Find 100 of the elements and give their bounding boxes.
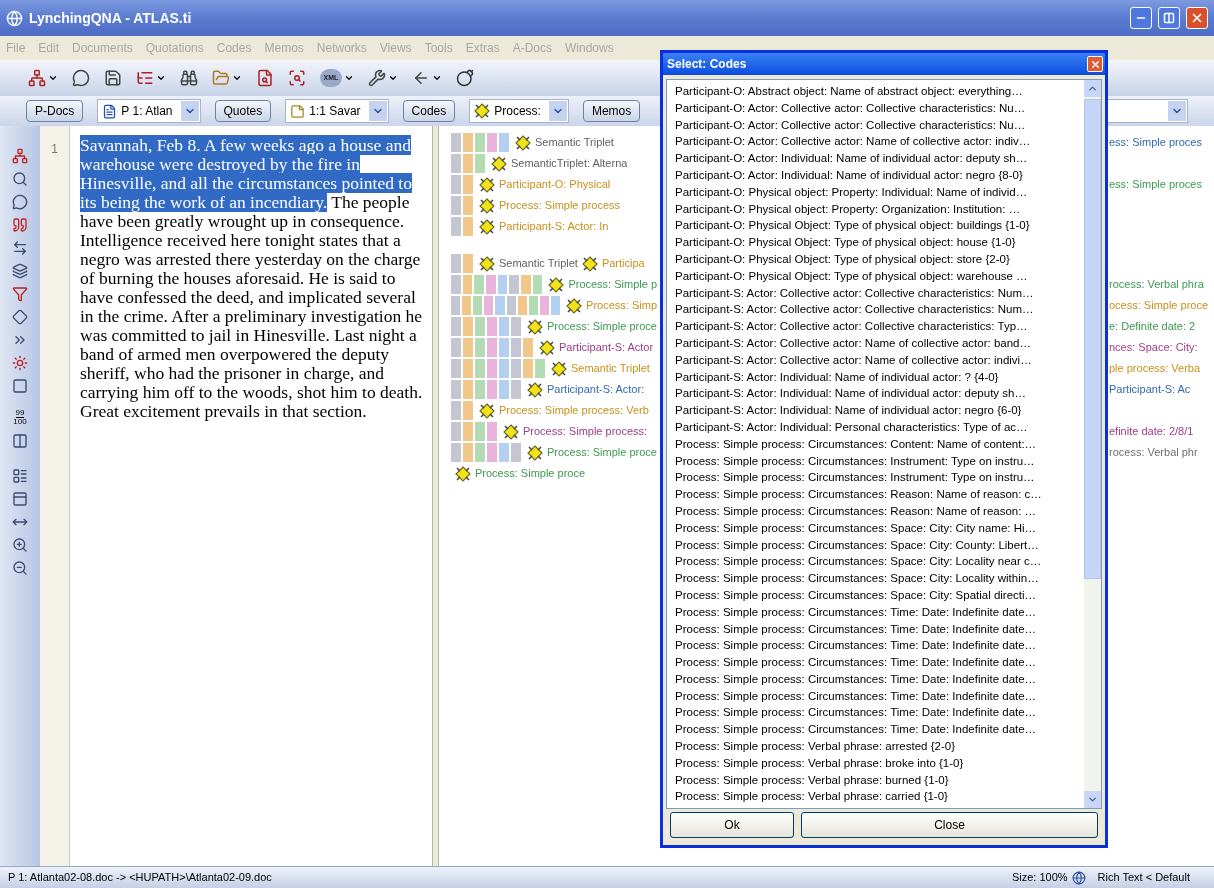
code-label[interactable]: efinite date: 2/8/1: [1109, 423, 1194, 440]
stack-icon[interactable]: [12, 263, 28, 279]
code-list-item[interactable]: Process: Simple process: Circumstances: Space: City: Locality within…: [675, 570, 1084, 587]
code-label[interactable]: Semantic Triplet: [499, 255, 578, 272]
list-icon[interactable]: [136, 69, 154, 87]
scan-search-icon[interactable]: [288, 69, 306, 87]
code-list-item[interactable]: Participant-S: Actor: Individual: Name of individual actor: ? {4-0}: [675, 368, 1084, 386]
code-list-item[interactable]: Process: Simple process: Circumstances: Content: Name of content:…: [675, 435, 1084, 453]
code-bar[interactable]: [451, 380, 461, 399]
code-bar[interactable]: [462, 275, 473, 294]
code-list-item[interactable]: Participant-S: Actor: Collective actor: Collective characteristics: Typ…: [675, 318, 1084, 335]
code-bar[interactable]: [463, 359, 473, 378]
code-bar[interactable]: [451, 175, 461, 194]
code-label[interactable]: Participant-S: Actor:: [547, 381, 645, 398]
code-bar[interactable]: [523, 338, 533, 357]
columns-icon[interactable]: [12, 433, 28, 449]
scroll-down-icon[interactable]: [1084, 791, 1101, 808]
code-bar[interactable]: [499, 338, 509, 357]
code-bar[interactable]: [495, 296, 505, 315]
document-search-icon[interactable]: [256, 69, 274, 87]
code-list-item[interactable]: Participant-O: Actor: Collective actor: Collective characteristics: Nu…: [675, 99, 1084, 117]
code-bar[interactable]: [484, 296, 494, 315]
bomb-icon[interactable]: [456, 69, 474, 87]
code-label[interactable]: ess: Simple proces: [1109, 134, 1202, 151]
code-bar[interactable]: [463, 422, 473, 441]
caret-icon[interactable]: [344, 73, 354, 83]
code-bar[interactable]: [551, 296, 561, 315]
code-list-item[interactable]: Process: Simple process: Circumstances: Space: City: County: Libert…: [675, 536, 1084, 554]
selector-dropdown[interactable]: P 1: Atlan: [97, 99, 201, 123]
code-bar[interactable]: [463, 217, 473, 236]
code-list-item[interactable]: Participant-S: Actor: Collective actor: Collective characteristics: Num…: [675, 284, 1084, 302]
code-bar[interactable]: [475, 422, 485, 441]
code-bar[interactable]: [463, 443, 473, 462]
tree-icon[interactable]: [28, 69, 46, 87]
code-bar[interactable]: [451, 443, 461, 462]
code-bar[interactable]: [451, 217, 461, 236]
code-bar[interactable]: [487, 338, 497, 357]
scroll-thumb[interactable]: [1084, 99, 1101, 579]
code-list-item[interactable]: Process: Simple process: Circumstances: Reason: Name of reason: c…: [675, 486, 1084, 503]
code-bar[interactable]: [463, 338, 473, 357]
code-bar[interactable]: [473, 296, 483, 315]
code-list-item[interactable]: Process: Simple process: Circumstances: Time: Date: Indefinite date…: [675, 670, 1084, 688]
code-label[interactable]: Process: Simple proce: [546, 318, 657, 335]
code-bar[interactable]: [509, 275, 520, 294]
code-bar[interactable]: [463, 175, 473, 194]
code-bar[interactable]: [451, 275, 461, 294]
code-bar[interactable]: [498, 317, 509, 336]
panel-button[interactable]: P-Docs: [26, 100, 84, 122]
code-list-item[interactable]: Process: Simple process: Verbal phrase: carried {1-0}: [675, 788, 1084, 806]
code-bar[interactable]: [451, 133, 461, 152]
panel-button[interactable]: Memos: [582, 100, 641, 122]
code-bar[interactable]: [486, 317, 497, 336]
code-bar[interactable]: [463, 254, 473, 273]
code-list-item[interactable]: Participant-S: Actor: Collective actor: Collective characteristics: Num…: [675, 301, 1084, 319]
scroll-up-icon[interactable]: [1084, 80, 1101, 97]
code-bar[interactable]: [497, 275, 508, 294]
list-layout-icon[interactable]: [12, 468, 28, 484]
code-bar[interactable]: [463, 401, 473, 420]
comment-icon[interactable]: [72, 69, 90, 87]
code-bar[interactable]: [487, 380, 497, 399]
panel-button[interactable]: Codes: [402, 100, 456, 122]
code-list-item[interactable]: Process: Simple process: Circumstances: Instrument: Type on instru…: [675, 469, 1084, 487]
selector-dropdown[interactable]: 1:1 Savar: [285, 99, 389, 123]
code-bar[interactable]: [486, 443, 497, 462]
code-bar[interactable]: [451, 196, 461, 215]
code-bar[interactable]: [523, 359, 533, 378]
code-bar[interactable]: [475, 359, 485, 378]
code-list-item[interactable]: Participant-O: Physical Object: Type of physical object: buildings {1-0}: [675, 217, 1084, 235]
code-bar[interactable]: [487, 359, 497, 378]
code-list-item[interactable]: Participant-O: Physical Object: Type of physical object: store {2-0}: [675, 250, 1084, 268]
quote-icon[interactable]: [12, 217, 28, 233]
code-bar[interactable]: [474, 317, 485, 336]
code-list-item[interactable]: Participant-S: Actor: Individual: Name of individual actor: negro {6-0}: [675, 402, 1084, 419]
code-list-item[interactable]: Process: Simple process: Circumstances: Time: Date: Indefinite date…: [675, 704, 1084, 722]
code-bar[interactable]: [487, 422, 497, 441]
code-list-item[interactable]: Process: Simple process: Circumstances: Time: Date: Indefinite date…: [675, 721, 1084, 739]
code-list-item[interactable]: Participant-O: Physical Object: Type of physical object: warehouse …: [675, 267, 1084, 285]
code-bar[interactable]: [451, 359, 461, 378]
code-bar[interactable]: [535, 359, 545, 378]
code-list-item[interactable]: Participant-S: Actor: Individual: Personal characteristics: Type of ac…: [675, 418, 1084, 436]
close-button[interactable]: [1186, 7, 1208, 29]
code-bar[interactable]: [451, 254, 461, 273]
code-label[interactable]: Process: Simple p: [568, 276, 658, 293]
pane-splitter[interactable]: [432, 126, 439, 866]
code-list-item[interactable]: Process: Simple process: Circumstances: Time: Date: Indefinite date…: [675, 603, 1084, 621]
code-label[interactable]: Semantic Triplet: [535, 134, 614, 151]
code-list-item[interactable]: Process: Simple process: Circumstances: Time: Date: Indefinite date…: [675, 620, 1084, 638]
code-bar[interactable]: [451, 296, 461, 315]
code-bar[interactable]: [499, 359, 509, 378]
code-bar[interactable]: [463, 380, 473, 399]
code-list-item[interactable]: Process: Simple process: Verbal phrase: arrested {2-0}: [675, 738, 1084, 755]
code-bar[interactable]: [475, 154, 485, 173]
code-bar[interactable]: [474, 275, 484, 294]
code-bar[interactable]: [451, 317, 461, 336]
swap-icon[interactable]: [12, 240, 28, 256]
code-list-item[interactable]: Participant-O: Actor: Individual: Name of individual actor: negro {8-0}: [675, 167, 1084, 184]
code-bar[interactable]: [511, 380, 521, 399]
code-label[interactable]: Process: Simple proce: [546, 444, 657, 461]
code-label[interactable]: Process: Simple process:: [523, 423, 648, 440]
code-list-item[interactable]: Participant-O: Actor: Individual: Name of individual actor: deputy sh…: [675, 150, 1084, 167]
